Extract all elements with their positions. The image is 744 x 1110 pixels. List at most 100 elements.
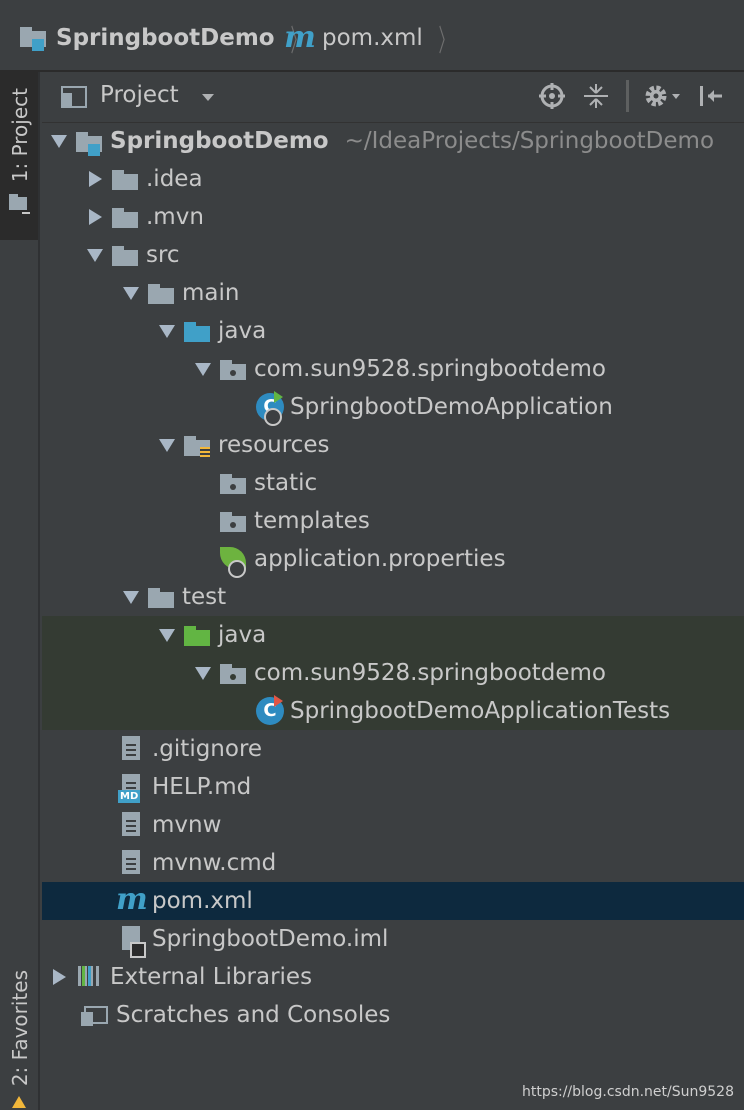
collapse-arrow-icon[interactable] (44, 958, 74, 996)
view-dropdown-icon[interactable] (202, 94, 214, 101)
tree-row[interactable]: .idea (42, 160, 744, 198)
library-icon (74, 958, 104, 996)
watermark: https://blog.csdn.net/Sun9528 (521, 1084, 734, 1100)
tree-row[interactable]: SpringbootDemoApplicationTests (42, 692, 744, 730)
expand-arrow-icon[interactable] (152, 616, 182, 654)
tree-label: src (146, 242, 180, 268)
tree-row[interactable]: com.sun9528.springbootdemo (42, 350, 744, 388)
tree-label: templates (254, 508, 370, 534)
star-icon (12, 1096, 26, 1108)
folder-icon (146, 578, 176, 616)
tree-row[interactable]: application.properties (42, 540, 744, 578)
tree-row[interactable]: static (42, 464, 744, 502)
collapse-arrow-icon[interactable] (80, 198, 110, 236)
tree-label: .mvn (146, 204, 204, 230)
breadcrumb-project[interactable]: SpringbootDemo 〉 (18, 19, 313, 59)
collapse-all-icon[interactable] (582, 82, 610, 110)
tree-row[interactable]: .mvn (42, 198, 744, 236)
tree-row[interactable]: main (42, 274, 744, 312)
spring-properties-icon (218, 540, 248, 578)
tree-row[interactable]: SpringbootDemo.iml (42, 920, 744, 958)
folder-icon (110, 160, 140, 198)
module-folder-icon (74, 122, 104, 160)
tree-row[interactable]: resources (42, 426, 744, 464)
source-folder-icon (182, 312, 212, 350)
tree-row[interactable]: SpringbootDemoApplication (42, 388, 744, 426)
tree-row[interactable]: External Libraries (42, 958, 744, 996)
expand-arrow-icon[interactable] (80, 236, 110, 274)
project-tool-tab[interactable]: 1: Project (0, 72, 38, 240)
tree-label: com.sun9528.springbootdemo (254, 660, 607, 686)
tree-row[interactable]: com.sun9528.springbootdemo (42, 654, 744, 692)
tree-label: SpringbootDemoApplication (290, 394, 613, 420)
expand-arrow-icon[interactable] (44, 122, 74, 160)
text-file-icon (116, 844, 146, 882)
tree-path-hint: ~/IdeaProjects/SpringbootDemo (344, 128, 715, 154)
folder-icon (146, 274, 176, 312)
tree-row-selected[interactable]: m pom.xml (42, 882, 744, 920)
tree-row[interactable]: mvnw (42, 806, 744, 844)
maven-icon: m (284, 20, 316, 55)
tree-row[interactable]: src (42, 236, 744, 274)
chevron-right-icon: 〉 (438, 24, 454, 59)
module-icon (18, 19, 50, 57)
package-icon (218, 654, 248, 692)
test-class-icon (254, 692, 284, 730)
expand-arrow-icon[interactable] (152, 426, 182, 464)
maven-icon: m (116, 882, 148, 917)
project-tool-icon (8, 192, 32, 222)
tree-row[interactable]: Scratches and Consoles (42, 996, 744, 1034)
expand-arrow-icon[interactable] (188, 350, 218, 388)
tree-label: External Libraries (110, 964, 313, 990)
package-icon (218, 464, 248, 502)
tree-row[interactable]: java (42, 312, 744, 350)
expand-arrow-icon[interactable] (188, 654, 218, 692)
panel-header: Project (42, 72, 744, 123)
tree-row[interactable]: test (42, 578, 744, 616)
tree-label: java (218, 318, 267, 344)
tree-label: static (254, 470, 318, 496)
package-icon (218, 350, 248, 388)
expand-arrow-icon[interactable] (152, 312, 182, 350)
tree-label: main (182, 280, 240, 306)
folder-icon (110, 198, 140, 236)
module-file-icon (116, 920, 146, 958)
gear-icon[interactable] (642, 82, 682, 110)
package-icon (218, 502, 248, 540)
project-panel: Project SpringbootDemo ~/IdeaProjects/Sp… (42, 72, 744, 1110)
tree-label: application.properties (254, 546, 506, 572)
tree-label: pom.xml (152, 888, 253, 914)
project-view-icon (60, 85, 90, 115)
tree-label: test (182, 584, 227, 610)
collapse-arrow-icon[interactable] (80, 160, 110, 198)
breadcrumb-file-label: pom.xml (322, 25, 423, 51)
test-folder-icon (182, 616, 212, 654)
breadcrumb-file[interactable]: m pom.xml 〉 (284, 20, 461, 59)
tree-label: resources (218, 432, 330, 458)
tree-label: SpringbootDemo.iml (152, 926, 389, 952)
left-tool-stripe: 1: Project 2: Favorites (0, 72, 40, 1110)
tree-row[interactable]: templates (42, 502, 744, 540)
tree-label: Scratches and Consoles (116, 1002, 391, 1028)
hide-panel-icon[interactable] (696, 82, 724, 110)
tree-label: com.sun9528.springbootdemo (254, 356, 607, 382)
tree-label: java (218, 622, 267, 648)
tree-row[interactable]: java (42, 616, 744, 654)
tree-root-row[interactable]: SpringbootDemo ~/IdeaProjects/Springboot… (42, 122, 744, 160)
text-file-icon (116, 730, 146, 768)
markdown-file-icon: MD (116, 768, 146, 806)
tree-label: SpringbootDemo (110, 128, 329, 154)
tree-label: HELP.md (152, 774, 252, 800)
tree-label: .idea (146, 166, 203, 192)
tree-row[interactable]: MD HELP.md (42, 768, 744, 806)
resources-folder-icon (182, 426, 212, 464)
favorites-tab-label: 2: Favorites (8, 970, 32, 1087)
tree-row[interactable]: .gitignore (42, 730, 744, 768)
expand-arrow-icon[interactable] (116, 274, 146, 312)
tree-row[interactable]: mvnw.cmd (42, 844, 744, 882)
header-divider (626, 80, 629, 112)
favorites-tool-tab[interactable]: 2: Favorites (0, 962, 38, 1110)
target-icon[interactable] (538, 82, 566, 110)
expand-arrow-icon[interactable] (116, 578, 146, 616)
panel-title[interactable]: Project (100, 82, 179, 108)
